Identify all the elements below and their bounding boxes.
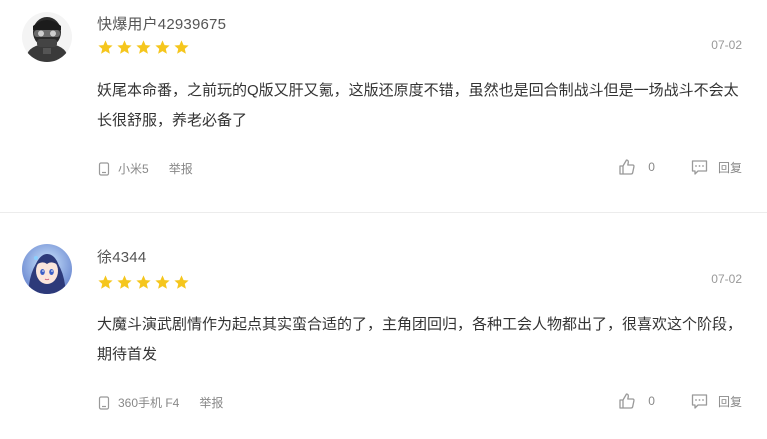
comment-icon (691, 159, 708, 175)
masked-soldier-avatar-icon (22, 12, 72, 62)
star-icon (117, 275, 132, 289)
comment-icon (691, 393, 708, 409)
star-rating (97, 39, 190, 56)
username[interactable]: 徐4344 (97, 246, 146, 267)
review-actions: 0 回复 (618, 392, 742, 410)
thumbs-up-icon (619, 159, 635, 175)
review-actions: 0 回复 (618, 158, 742, 176)
review-divider (0, 212, 767, 213)
star-icon (174, 275, 189, 289)
star-icon (98, 275, 113, 289)
like-count: 0 (648, 394, 655, 408)
star-icon (155, 275, 170, 289)
review-card: 快爆用户42939675 07-02 妖尾本命番，之前玩的Q版又肝又氪，这版还原… (0, 0, 767, 212)
review-date: 07-02 (711, 38, 742, 52)
report-button[interactable]: 举报 (199, 394, 223, 411)
star-icon (98, 40, 113, 54)
star-icon (155, 40, 170, 54)
device-name: 360手机 F4 (118, 396, 180, 410)
like-button[interactable]: 0 (618, 158, 655, 176)
thumbs-up-icon (619, 393, 635, 409)
star-icon (136, 40, 151, 54)
reply-label: 回复 (717, 394, 742, 409)
reply-label: 回复 (717, 160, 742, 175)
star-icon (117, 40, 132, 54)
review-meta: 360手机 F4 举报 (97, 394, 223, 411)
reply-button[interactable]: 回复 (691, 159, 742, 176)
report-button[interactable]: 举报 (169, 160, 193, 177)
review-date: 07-02 (711, 272, 742, 286)
phone-icon (98, 161, 110, 176)
review-meta: 小米5 举报 (97, 160, 193, 177)
user-avatar[interactable] (22, 12, 72, 62)
user-avatar[interactable] (22, 244, 72, 294)
like-count: 0 (648, 160, 655, 174)
review-content: 妖尾本命番，之前玩的Q版又肝又氪，这版还原度不错，虽然也是回合制战斗但是一场战斗… (97, 82, 739, 129)
review-content: 大魔斗演武剧情作为起点其实蛮合适的了，主角团回归，各种工会人物都出了，很喜欢这个… (97, 316, 743, 363)
phone-icon (98, 395, 110, 410)
like-button[interactable]: 0 (618, 392, 655, 410)
star-icon (174, 40, 189, 54)
device-name: 小米5 (118, 162, 149, 176)
star-rating (97, 274, 190, 291)
star-icon (136, 275, 151, 289)
reply-button[interactable]: 回复 (691, 393, 742, 410)
username[interactable]: 快爆用户42939675 (97, 13, 226, 34)
review-card: 徐4344 07-02 大魔斗演武剧情作为起点其实蛮合适的了，主角团回归，各种工… (0, 214, 767, 439)
anime-girl-avatar-icon (22, 244, 72, 294)
